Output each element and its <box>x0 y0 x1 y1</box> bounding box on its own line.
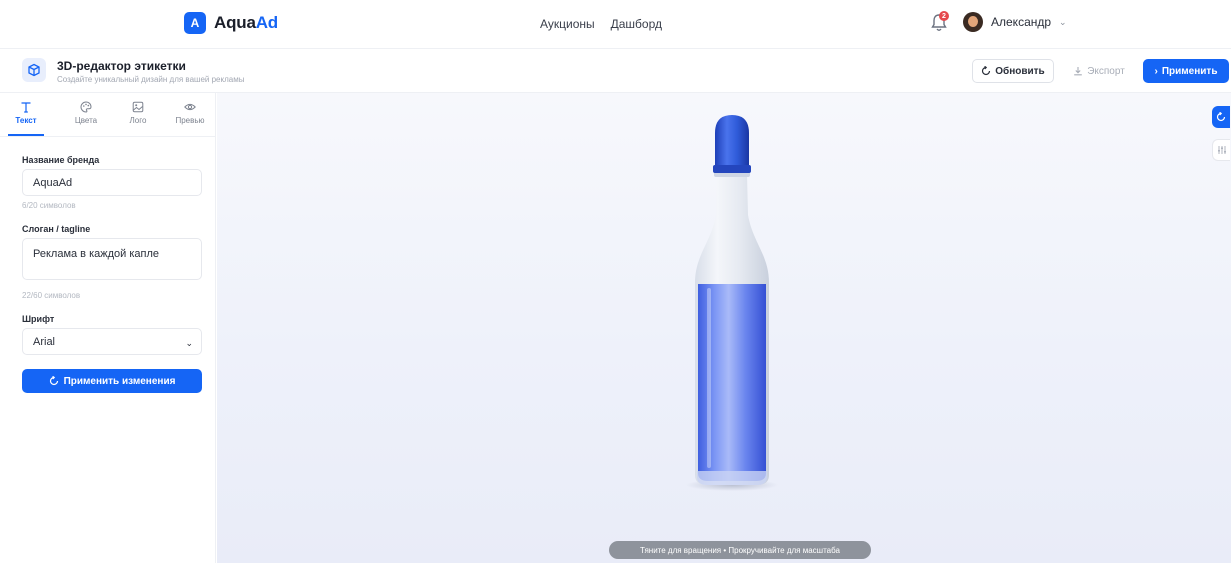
tagline-label: Слоган / tagline <box>22 224 91 234</box>
brand-name-part2: Ad <box>255 13 278 32</box>
brand-name-part1: Aqua <box>214 13 256 32</box>
3d-viewport[interactable]: Тяните для вращения • Прокручивайте для … <box>217 93 1231 563</box>
eye-icon <box>184 101 196 113</box>
download-icon <box>1074 67 1083 76</box>
chevron-down-icon: ⌄ <box>185 338 193 348</box>
apply-changes-label: Применить изменения <box>63 375 176 387</box>
font-select-value: Arial <box>33 335 56 348</box>
chevron-down-icon: ⌄ <box>1059 16 1067 27</box>
avatar <box>963 12 983 32</box>
brand-logo[interactable]: A AquaAd <box>184 12 278 34</box>
nav-links: Аукционы Дашборд <box>540 17 662 31</box>
brand-name-value: AquaAd <box>33 176 73 189</box>
brand-name-label: Название бренда <box>22 155 100 165</box>
brand-badge: A <box>184 12 206 34</box>
bottle-cap-band <box>713 165 751 173</box>
nav-link-dashboard[interactable]: Дашборд <box>611 17 662 31</box>
editor-tabs: Текст Цвета Лого Превью <box>0 93 216 137</box>
refresh-button-label: Обновить <box>995 65 1045 77</box>
notification-badge: 2 <box>939 11 949 21</box>
text-icon <box>20 101 32 113</box>
tab-preview[interactable]: Превью <box>170 101 210 125</box>
user-name: Александр <box>991 15 1052 29</box>
rotate-reset-button[interactable] <box>1212 106 1230 128</box>
page-title: 3D-редактор этикетки <box>57 59 186 73</box>
active-tab-indicator <box>8 134 44 136</box>
refresh-icon <box>1216 112 1226 122</box>
bottle-cap <box>715 115 749 173</box>
tab-label: Превью <box>175 116 205 125</box>
tagline-value: Реклама в каждой капле <box>33 248 160 260</box>
brand-name-counter: 6/20 символов <box>22 201 76 210</box>
tab-text[interactable]: Текст <box>6 101 46 125</box>
top-nav: A AquaAd Аукционы Дашборд 2 Александр ⌄ <box>0 0 1231 48</box>
settings-sliders-button[interactable] <box>1212 139 1230 161</box>
bottle-base <box>697 471 767 485</box>
apply-button-label: Применить <box>1161 65 1218 77</box>
apply-button[interactable]: › Применить <box>1143 59 1229 83</box>
palette-icon <box>80 101 92 113</box>
font-label: Шрифт <box>22 314 55 324</box>
refresh-button[interactable]: Обновить <box>972 59 1054 83</box>
user-menu[interactable]: Александр ⌄ <box>963 12 1067 32</box>
page-subtitle: Создайте уникальный дизайн для вашей рек… <box>57 75 245 84</box>
brand-name-input[interactable]: AquaAd <box>22 169 202 196</box>
tab-label: Цвета <box>74 116 98 125</box>
tagline-counter: 22/60 символов <box>22 291 81 300</box>
tab-logo[interactable]: Лого <box>118 101 158 125</box>
export-button-label: Экспорт <box>1087 65 1125 77</box>
nav-link-auctions[interactable]: Аукционы <box>540 17 595 31</box>
brand-name: AquaAd <box>214 13 278 33</box>
cube-icon <box>22 58 46 82</box>
tab-label: Лого <box>129 116 147 125</box>
font-select[interactable]: Arial ⌄ <box>22 328 202 355</box>
sliders-icon <box>1217 146 1226 154</box>
editor-sidebar: Текст Цвета Лого Превью Название бренда … <box>0 93 216 563</box>
editor-header: 3D-редактор этикетки Создайте уникальный… <box>0 48 1231 93</box>
tagline-textarea[interactable]: Реклама в каждой капле <box>22 238 202 280</box>
viewport-hint: Тяните для вращения • Прокручивайте для … <box>609 541 871 559</box>
tab-label: Текст <box>15 116 37 125</box>
image-icon <box>132 101 144 113</box>
bottle-highlight <box>707 288 711 468</box>
apply-changes-button[interactable]: Применить изменения <box>22 369 202 393</box>
refresh-icon <box>49 376 58 386</box>
refresh-icon <box>982 66 991 76</box>
bottle-3d-model[interactable] <box>217 93 1231 563</box>
chevron-right-icon: › <box>1154 65 1158 77</box>
tab-colors[interactable]: Цвета <box>66 101 106 125</box>
export-button[interactable]: Экспорт <box>1062 59 1136 83</box>
